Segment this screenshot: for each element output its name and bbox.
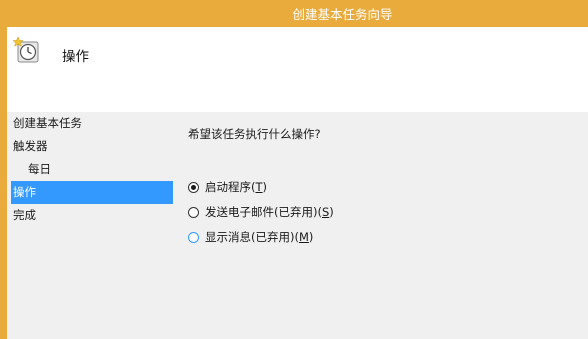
- step-trigger[interactable]: 触发器: [7, 135, 175, 158]
- wizard-content: 希望该任务执行什么操作? 启动程序(T) 发送电子邮件(已弃用)(S) 显示消息…: [175, 112, 588, 339]
- step-finish[interactable]: 完成: [7, 204, 175, 227]
- option-send-email[interactable]: 发送电子邮件(已弃用)(S): [188, 203, 334, 221]
- window-title: 创建基本任务向导: [292, 7, 393, 22]
- title-bar: 创建基本任务向导: [7, 0, 588, 27]
- page-title: 操作: [62, 49, 89, 65]
- wizard-header: 操作: [7, 27, 588, 112]
- option-label: 显示消息(已弃用)(M): [205, 230, 314, 244]
- step-create-basic-task[interactable]: 创建基本任务: [7, 112, 175, 135]
- step-daily[interactable]: 每日: [7, 158, 175, 181]
- wizard-steps: 创建基本任务 触发器 每日 操作 完成: [7, 112, 175, 339]
- option-display-message[interactable]: 显示消息(已弃用)(M): [188, 228, 313, 246]
- option-label: 发送电子邮件(已弃用)(S): [205, 205, 334, 219]
- question-label: 希望该任务执行什么操作?: [188, 127, 321, 141]
- wizard-window: 创建基本任务向导 操作 创建基本任务 触发器 每日 操作 完成 希望该任务执行什…: [0, 0, 588, 339]
- radio-send-email[interactable]: [188, 206, 199, 218]
- radio-start-program[interactable]: [188, 181, 199, 193]
- radio-display-message[interactable]: [188, 231, 199, 243]
- step-action[interactable]: 操作: [11, 181, 173, 204]
- task-clock-icon: [12, 36, 42, 66]
- option-start-program[interactable]: 启动程序(T): [188, 178, 267, 196]
- option-label: 启动程序(T): [205, 180, 268, 194]
